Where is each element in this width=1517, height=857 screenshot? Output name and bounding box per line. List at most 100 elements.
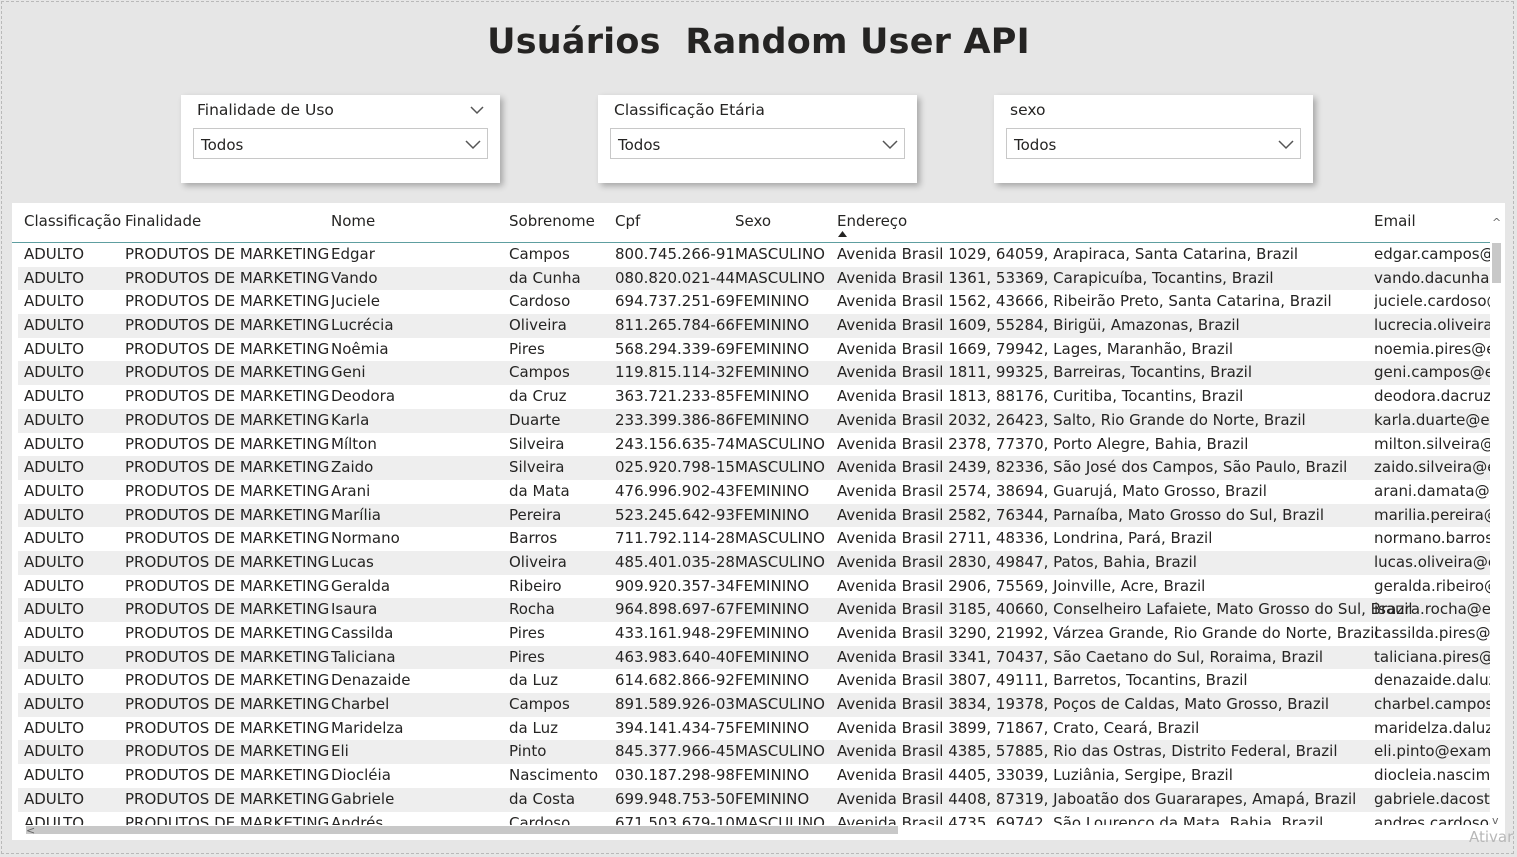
table-row[interactable]: ADULTO PRODUTOS DE MARKETING Isaura Rocha 96… <box>18 598 1490 622</box>
vertical-scrollbar[interactable]: ^ v <box>1492 217 1501 826</box>
cell-nome: Marília <box>331 505 381 524</box>
table-row[interactable]: ADULTO PRODUTOS DE MARKETING Mílton Silveir… <box>18 433 1490 457</box>
table-row[interactable]: ADULTO PRODUTOS DE MARKETING Maridelza da L… <box>18 717 1490 741</box>
table-row[interactable]: ADULTO PRODUTOS DE MARKETING Deodora da Cru… <box>18 385 1490 409</box>
cell-finalidade: PRODUTOS DE MARKETING <box>125 600 330 619</box>
cell-cpf: 363.721.233-85 <box>615 387 735 406</box>
activation-watermark: Ativar o <box>1469 828 1517 846</box>
cell-endereco: Avenida Brasil 3834, 19378, Poços de Cal… <box>837 695 1330 714</box>
cell-sexo: MASCULINO <box>735 742 825 761</box>
column-header-email[interactable]: Email <box>1374 212 1416 230</box>
cell-sexo: MASCULINO <box>735 458 825 477</box>
users-table[interactable]: Classificação Finalidade Nome Sobrenome … <box>12 203 1505 840</box>
cell-sexo: FEMININO <box>735 624 810 642</box>
cell-finalidade: PRODUTOS DE MARKETING <box>125 624 330 642</box>
cell-cpf: 080.820.021-44 <box>615 268 735 287</box>
table-row[interactable]: ADULTO PRODUTOS DE MARKETING Noêmia Pires 56… <box>18 338 1490 362</box>
column-header-nome[interactable]: Nome <box>331 212 375 230</box>
cell-finalidade: PRODUTOS DE MARKETING <box>125 813 330 826</box>
table-row[interactable]: ADULTO PRODUTOS DE MARKETING Cassilda Pires… <box>18 622 1490 646</box>
table-row[interactable]: ADULTO PRODUTOS DE MARKETING Normano Barros… <box>18 527 1490 551</box>
cell-endereco: Avenida Brasil 2582, 76344, Parnaíba, Ma… <box>837 505 1324 524</box>
cell-finalidade: PRODUTOS DE MARKETING <box>125 789 330 808</box>
collapse-chevron-icon[interactable] <box>470 105 484 115</box>
cell-email: isaura.rocha@ex <box>1374 600 1490 619</box>
table-row[interactable]: ADULTO PRODUTOS DE MARKETING Geni Campos 119… <box>18 361 1490 386</box>
table-row[interactable]: ADULTO PRODUTOS DE MARKETING Arani da Mata 4… <box>18 480 1490 504</box>
cell-sobrenome: Oliveira <box>509 316 567 335</box>
table-row[interactable]: ADULTO PRODUTOS DE MARKETING Zaido Silveira… <box>18 456 1490 480</box>
table-row[interactable]: ADULTO PRODUTOS DE MARKETING Eli Pinto 845.3… <box>18 740 1490 765</box>
cell-classificacao: ADULTO <box>24 552 85 571</box>
cell-nome: Edgar <box>331 245 375 263</box>
cell-nome: Karla <box>331 410 370 429</box>
cell-endereco: Avenida Brasil 1562, 43666, Ribeirão Pre… <box>837 292 1332 311</box>
cell-cpf: 909.920.357-34 <box>615 576 735 595</box>
cell-sobrenome: Pires <box>509 339 545 358</box>
column-header-cpf[interactable]: Cpf <box>615 212 640 230</box>
cell-classificacao: ADULTO <box>24 718 85 737</box>
horizontal-scroll-thumb[interactable] <box>26 826 898 834</box>
table-row[interactable]: ADULTO PRODUTOS DE MARKETING Taliciana Pire… <box>18 645 1490 670</box>
slicer-dropdown[interactable]: Todos <box>1006 128 1301 159</box>
chevron-down-icon <box>465 140 481 150</box>
scroll-down-icon[interactable]: v <box>1492 815 1499 826</box>
cell-cpf: 811.265.784-66 <box>615 316 735 335</box>
cell-classificacao: ADULTO <box>24 671 85 690</box>
table-row[interactable]: ADULTO PRODUTOS DE MARKETING Gabriele da Co… <box>18 787 1490 812</box>
cell-sobrenome: Nascimento <box>509 766 599 785</box>
cell-sobrenome: Oliveira <box>509 552 567 571</box>
table-row[interactable]: ADULTO PRODUTOS DE MARKETING Vando da Cunha… <box>18 266 1490 291</box>
cell-sobrenome: Barros <box>509 529 558 548</box>
table-row[interactable]: ADULTO PRODUTOS DE MARKETING Lucrécia Olive… <box>18 314 1490 338</box>
column-header-finalidade[interactable]: Finalidade <box>125 212 201 230</box>
cell-finalidade: PRODUTOS DE MARKETING <box>125 410 330 429</box>
table-row[interactable]: ADULTO PRODUTOS DE MARKETING Charbel Campos… <box>18 693 1490 717</box>
table-row[interactable]: ADULTO PRODUTOS DE MARKETING Juciele Cardos… <box>18 290 1490 314</box>
cell-cpf: 699.948.753-50 <box>615 789 735 808</box>
column-header-classificacao[interactable]: Classificação <box>24 212 121 230</box>
cell-cpf: 030.187.298-98 <box>615 766 735 785</box>
cell-classificacao: ADULTO <box>24 647 85 666</box>
table-row[interactable]: ADULTO PRODUTOS DE MARKETING Lucas Oliveira… <box>18 550 1490 575</box>
cell-classificacao: ADULTO <box>24 268 85 287</box>
table-row[interactable]: ADULTO PRODUTOS DE MARKETING Karla Duarte 23… <box>18 408 1490 433</box>
cell-sexo: FEMININO <box>735 316 810 335</box>
cell-email: edgar.campos@e <box>1374 245 1490 263</box>
cell-sexo: MASCULINO <box>735 695 825 714</box>
cell-classificacao: ADULTO <box>24 766 85 785</box>
table-row[interactable]: ADULTO PRODUTOS DE MARKETING Diocléia Nasci… <box>18 764 1490 788</box>
cell-endereco: Avenida Brasil 1609, 55284, Birigüi, Ama… <box>837 316 1240 335</box>
cell-finalidade: PRODUTOS DE MARKETING <box>125 458 330 477</box>
cell-endereco: Avenida Brasil 4735, 69742, São Lourenço… <box>837 813 1324 826</box>
slicer-dropdown[interactable]: Todos <box>610 128 905 159</box>
cell-sobrenome: da Luz <box>509 718 558 737</box>
table-row[interactable]: ADULTO PRODUTOS DE MARKETING Denazaide da L… <box>18 669 1490 693</box>
slicer-sexo[interactable]: sexo Todos <box>994 95 1313 183</box>
cell-sobrenome: Campos <box>509 695 570 714</box>
cell-sexo: FEMININO <box>735 766 810 785</box>
table-row[interactable]: ADULTO PRODUTOS DE MARKETING Marília Pereir… <box>18 503 1490 528</box>
column-header-endereco[interactable]: Endereço <box>837 212 907 230</box>
cell-nome: Deodora <box>331 387 396 406</box>
table-row[interactable]: ADULTO PRODUTOS DE MARKETING Andrés Cardoso… <box>18 812 1490 826</box>
cell-email: andres.cardoso@ <box>1374 813 1490 826</box>
column-header-sobrenome[interactable]: Sobrenome <box>509 212 595 230</box>
scroll-up-icon[interactable]: ^ <box>1492 217 1501 228</box>
cell-endereco: Avenida Brasil 1669, 79942, Lages, Maran… <box>837 339 1234 358</box>
cell-classificacao: ADULTO <box>24 363 85 382</box>
horizontal-scrollbar[interactable] <box>26 825 1490 835</box>
slicer-finalidade[interactable]: Finalidade de Uso Todos <box>181 95 500 183</box>
table-row[interactable]: ADULTO PRODUTOS DE MARKETING Geralda Ribeir… <box>18 575 1490 599</box>
column-header-sexo[interactable]: Sexo <box>735 212 771 230</box>
cell-classificacao: ADULTO <box>24 339 85 358</box>
cell-email: geni.campos@ex <box>1374 363 1490 382</box>
cell-endereco: Avenida Brasil 2906, 75569, Joinville, A… <box>837 576 1206 595</box>
scroll-left-icon[interactable]: < <box>26 825 35 836</box>
cell-finalidade: PRODUTOS DE MARKETING <box>125 742 330 761</box>
slicer-dropdown[interactable]: Todos <box>193 128 488 159</box>
vertical-scroll-thumb[interactable] <box>1492 243 1501 283</box>
slicer-classificacao[interactable]: Classificação Etária Todos <box>598 95 917 183</box>
cell-nome: Geralda <box>331 576 391 595</box>
table-row[interactable]: ADULTO PRODUTOS DE MARKETING Edgar Campos 80… <box>18 243 1490 267</box>
